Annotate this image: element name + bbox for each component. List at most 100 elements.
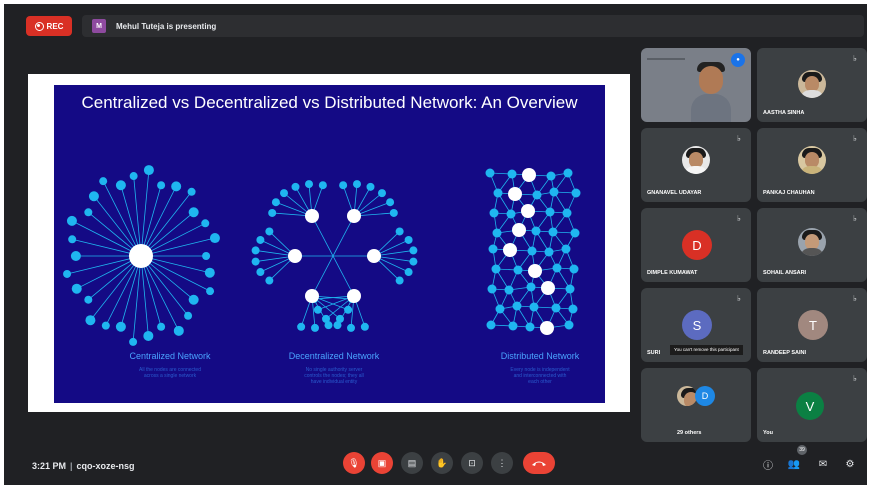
network-node	[360, 322, 369, 331]
network-node	[404, 268, 413, 277]
network-node	[507, 169, 517, 179]
participant-name: DIMPLE KUMAWAT	[647, 270, 698, 276]
participant-name: AASTHA SINHA	[763, 110, 805, 116]
participant-tile-others[interactable]: D 29 others	[641, 368, 751, 442]
network-node	[333, 321, 342, 330]
mic-off-icon: ♭	[853, 214, 857, 223]
network-node	[486, 320, 496, 330]
presentation-slide: Centralized vs Decentralized vs Distribu…	[54, 85, 605, 403]
network-node	[188, 294, 199, 305]
network-node	[409, 246, 418, 255]
network-node	[68, 235, 77, 244]
network-node	[552, 263, 562, 273]
meet-window: REC M Mehul Tuteja is presenting Central…	[4, 4, 867, 485]
slide-title: Centralized vs Decentralized vs Distribu…	[81, 93, 578, 112]
network-node	[318, 181, 327, 190]
network-node	[204, 267, 215, 278]
network-node	[504, 285, 514, 295]
network-node	[528, 264, 542, 278]
people-icon[interactable]: 👥	[786, 456, 802, 472]
others-photo	[677, 386, 697, 406]
network-node	[310, 323, 319, 332]
network-node	[305, 289, 319, 303]
network-node	[386, 198, 395, 207]
network-node	[99, 177, 108, 186]
mic-off-icon: ♭	[737, 214, 741, 223]
caption-distributed: Distributed Network	[500, 351, 580, 361]
participant-tile[interactable]: ♭ PANKAJ CHAUHAN	[757, 128, 867, 202]
network-node	[564, 320, 574, 330]
network-node	[88, 191, 99, 202]
network-node	[209, 233, 220, 244]
mic-off-icon: ♭	[853, 294, 857, 303]
mic-off-icon: ♭	[737, 134, 741, 143]
network-node	[265, 276, 274, 285]
participant-name: SOHAIL ANSARI	[763, 270, 807, 276]
network-node	[297, 322, 306, 331]
more-options-button[interactable]: ⋮	[491, 452, 513, 474]
presenting-banner: M Mehul Tuteja is presenting	[82, 15, 864, 37]
participant-tile[interactable]: ♭ SOHAIL ANSARI	[757, 208, 867, 282]
caption-decentralized: Decentralized Network	[288, 351, 380, 361]
network-node	[492, 228, 502, 238]
network-node	[488, 244, 498, 254]
speaking-indicator-icon: ●	[731, 53, 745, 67]
participant-tile[interactable]: ♭ D DIMPLE KUMAWAT	[641, 208, 751, 282]
network-node	[63, 269, 72, 278]
network-node	[256, 268, 265, 277]
network-node	[508, 321, 518, 331]
network-node	[389, 208, 398, 217]
self-avatar: V	[796, 392, 824, 420]
activities-icon[interactable]: ⚙	[842, 456, 858, 472]
network-node	[305, 209, 319, 223]
network-node	[157, 181, 166, 190]
network-node	[493, 188, 503, 198]
network-node	[367, 249, 381, 263]
participant-tile[interactable]: ♭ T RANDEEP SAINI	[757, 288, 867, 362]
participant-avatar: T	[798, 310, 828, 340]
network-node	[173, 325, 184, 336]
network-node	[339, 181, 348, 190]
participant-name: PANKAJ CHAUHAN	[763, 190, 815, 196]
participant-tile-presenter-video[interactable]: ●	[641, 48, 751, 122]
participant-avatar: S	[682, 310, 712, 340]
participant-tile-self[interactable]: ♭ V You	[757, 368, 867, 442]
network-node	[562, 208, 572, 218]
network-node	[188, 207, 199, 218]
info-icon[interactable]: ⓘ	[760, 456, 776, 472]
network-node	[532, 190, 542, 200]
network-node	[85, 315, 96, 326]
raise-hand-button[interactable]: ✋	[431, 452, 453, 474]
network-node	[568, 304, 578, 314]
participant-photo	[682, 146, 710, 174]
participant-tile[interactable]: ♭ AASTHA SINHA	[757, 48, 867, 122]
mic-toggle-button[interactable]: 🎙	[343, 452, 365, 474]
network-node	[541, 281, 555, 295]
end-call-button[interactable]	[523, 452, 555, 474]
shared-screen: Centralized vs Decentralized vs Distribu…	[28, 74, 630, 412]
network-node	[569, 264, 579, 274]
network-node	[551, 303, 561, 313]
network-node	[143, 165, 154, 176]
network-node	[512, 301, 522, 311]
chat-icon[interactable]: ✉	[815, 456, 831, 472]
mic-off-icon: ♭	[853, 374, 857, 383]
network-node	[527, 246, 537, 256]
participant-tile[interactable]: ♭ GNANAVEL UDAYAR	[641, 128, 751, 202]
participant-photo	[798, 146, 826, 174]
network-node	[540, 321, 554, 335]
captions-button[interactable]: ▤	[401, 452, 423, 474]
present-button[interactable]: ⊡	[461, 452, 483, 474]
subcaption-distributed: Every node is independent and interconne…	[510, 367, 570, 385]
network-node	[256, 235, 265, 244]
network-node	[322, 314, 331, 323]
network-link	[90, 255, 142, 321]
recording-label: REC	[46, 21, 64, 31]
network-node	[305, 180, 314, 189]
network-node	[529, 302, 539, 312]
network-node	[206, 287, 215, 296]
camera-toggle-button[interactable]: ▣	[371, 452, 393, 474]
network-node	[521, 204, 535, 218]
network-node	[70, 251, 81, 261]
network-node	[495, 304, 505, 314]
